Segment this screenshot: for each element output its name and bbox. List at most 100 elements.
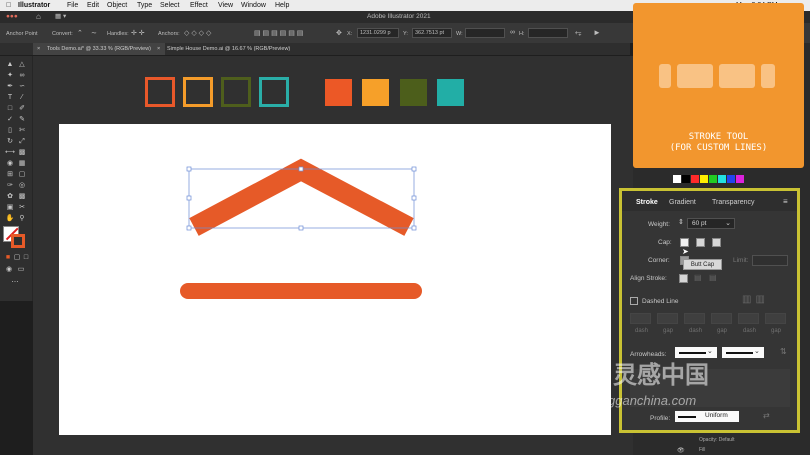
weight-dropdown-icon[interactable]: ⌄ [725, 219, 731, 227]
stroke-swatch[interactable] [11, 234, 25, 248]
anchors-icons[interactable]: ◇ ◇ ◇ ◇ [184, 29, 211, 37]
filled-swatch-teal[interactable] [437, 79, 464, 106]
artboard-tool-icon[interactable]: ▣ [5, 203, 15, 212]
x-input[interactable]: 1231.0299 p [357, 28, 399, 38]
convert-smooth-icon[interactable]: ∼ [91, 29, 97, 37]
symbol-sprayer-icon[interactable]: ✿ [5, 192, 15, 201]
selection-tool-icon[interactable]: ▲ [5, 60, 15, 69]
convert-corner-icon[interactable]: ⌃ [77, 29, 83, 37]
curvature-tool-icon[interactable]: ∽ [17, 82, 27, 91]
limit-input[interactable] [752, 255, 788, 266]
chevron-stroke[interactable] [189, 158, 414, 236]
edit-toolbar-icon[interactable]: ⋯ [10, 278, 20, 287]
type-tool-icon[interactable]: T [5, 93, 15, 102]
graph-tool-icon[interactable]: ▩ [17, 192, 27, 201]
isolate-icon[interactable]: ► [593, 28, 601, 37]
paintbrush-icon[interactable]: ✐ [17, 104, 27, 113]
w-input[interactable] [465, 28, 505, 38]
eyedropper-icon[interactable]: ✑ [5, 181, 15, 190]
filled-swatch-green[interactable] [400, 79, 427, 106]
free-transform-icon[interactable]: ▩ [17, 148, 27, 157]
gradient-tool-icon[interactable]: ▢ [17, 170, 27, 179]
scissors-icon[interactable]: ✄ [17, 126, 27, 135]
weight-input[interactable]: 60 pt ⌄ [687, 218, 735, 229]
menu-view[interactable]: View [218, 0, 233, 11]
tab-tools-demo[interactable]: × Tools Demo.ai* @ 33.33 % (RGB/Preview) [33, 43, 165, 55]
link-icon[interactable]: ∞ [510, 29, 515, 36]
line-tool-icon[interactable]: ⁄ [17, 93, 27, 102]
shape-builder-icon[interactable]: ◉ [5, 159, 15, 168]
projecting-cap-button[interactable] [712, 238, 721, 247]
hand-tool-icon[interactable]: ✋ [5, 214, 15, 223]
eraser-icon[interactable]: ▯ [5, 126, 15, 135]
scale-tool-icon[interactable]: ⤢ [17, 137, 27, 146]
round-cap-button[interactable] [696, 238, 705, 247]
menu-object[interactable]: Object [107, 0, 127, 11]
dash-input-1[interactable] [630, 313, 651, 324]
tab-stroke[interactable]: Stroke [636, 199, 658, 206]
reference-point-icon[interactable]: ✥ [336, 29, 342, 37]
dash-align-icons[interactable]: ▥▥ [742, 294, 769, 305]
transform-icon[interactable]: ⥆ [575, 28, 581, 38]
align-outside-icon[interactable]: ▤ [709, 273, 717, 282]
swatches-strip[interactable] [673, 170, 783, 183]
gap-input-2[interactable] [711, 313, 732, 324]
magic-wand-icon[interactable]: ✦ [5, 71, 15, 80]
outline-swatch-green[interactable] [221, 77, 251, 107]
outline-swatch-yellow[interactable] [183, 77, 213, 107]
mesh-tool-icon[interactable]: ⊞ [5, 170, 15, 179]
dashed-line-checkbox[interactable] [630, 297, 638, 305]
shaper-tool-icon[interactable]: ✓ [5, 115, 15, 124]
rotate-tool-icon[interactable]: ↻ [5, 137, 15, 146]
home-icon[interactable]: ⌂ [36, 11, 41, 23]
rectangle-tool-icon[interactable]: □ [5, 104, 15, 113]
align-icons[interactable]: ▤ ▤ ▤ ▤ ▤ ▤ [254, 29, 303, 37]
tab-simple-house-demo[interactable]: × Simple House Demo.ai @ 16.67 % (RGB/Pr… [153, 43, 307, 55]
tab-close-icon[interactable]: × [37, 43, 40, 55]
perspective-grid-icon[interactable]: ▦ [17, 159, 27, 168]
panel-menu-icon[interactable]: ≡ [783, 197, 788, 206]
menu-effect[interactable]: Effect [190, 0, 208, 11]
none-mode-icon[interactable]: □ [21, 253, 31, 262]
pencil-icon[interactable]: ✎ [17, 115, 27, 124]
menu-window[interactable]: Window [241, 0, 266, 11]
workspace-switcher-icon[interactable]: ▦ ▾ [55, 11, 66, 23]
blend-tool-icon[interactable]: ◎ [17, 181, 27, 190]
screen-mode-icon[interactable]: ▭ [16, 265, 26, 274]
filled-swatch-yellow[interactable] [362, 79, 389, 106]
zoom-tool-icon[interactable]: ⚲ [17, 214, 27, 223]
outline-swatch-teal[interactable] [259, 77, 289, 107]
align-inside-icon[interactable]: ▤ [694, 273, 702, 282]
app-menu[interactable]: Illustrator [18, 0, 50, 11]
handles-icon[interactable]: ✛ ✛ [131, 29, 145, 37]
direct-selection-tool-icon[interactable]: △ [17, 60, 27, 69]
menu-file[interactable]: File [67, 0, 78, 11]
slice-tool-icon[interactable]: ✂ [17, 203, 27, 212]
menu-select[interactable]: Select [160, 0, 179, 11]
tab-close-icon[interactable]: × [157, 43, 160, 55]
draw-mode-icon[interactable]: ◉ [4, 265, 14, 274]
eye-icon[interactable]: 👁 [677, 447, 685, 454]
lasso-icon[interactable]: ∞ [17, 71, 27, 80]
menu-help[interactable]: Help [275, 0, 289, 11]
tab-transparency[interactable]: Transparency [712, 199, 755, 206]
pen-tool-icon[interactable]: ✒ [5, 82, 15, 91]
dash-input-3[interactable] [738, 313, 759, 324]
tab-gradient[interactable]: Gradient [669, 199, 696, 206]
h-input[interactable] [528, 28, 568, 38]
gap-input-3[interactable] [765, 313, 786, 324]
menu-type[interactable]: Type [137, 0, 152, 11]
gap-input-1[interactable] [657, 313, 678, 324]
y-input[interactable]: 362.7513 pt [412, 28, 452, 38]
filled-swatch-orange[interactable] [325, 79, 352, 106]
apple-icon[interactable]:  [6, 0, 11, 11]
butt-cap-button[interactable] [680, 238, 689, 247]
weight-stepper-icon[interactable]: ⇕ [678, 218, 684, 226]
width-tool-icon[interactable]: ⟷ [5, 148, 15, 157]
dash-input-2[interactable] [684, 313, 705, 324]
window-controls-icon[interactable]: ●●● [6, 11, 18, 23]
menu-edit[interactable]: Edit [87, 0, 99, 11]
swap-arrowheads-icon[interactable]: ⇅ [780, 347, 787, 356]
outline-swatch-orange[interactable] [145, 77, 175, 107]
align-center-button[interactable] [679, 274, 688, 283]
